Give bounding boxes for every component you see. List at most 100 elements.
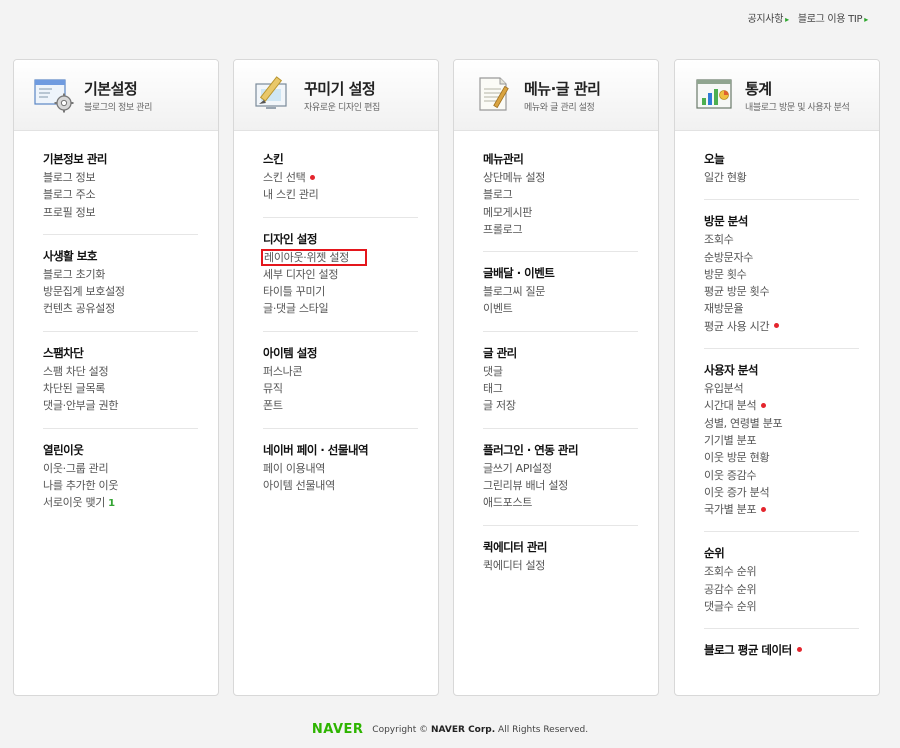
section-title-design[interactable]: 디자인 설정 [263,231,418,248]
menu-item-write-api[interactable]: 글쓰기 API설정 [483,460,638,477]
menu-item-blog-info[interactable]: 블로그 정보 [43,169,198,186]
menu-item-blog[interactable]: 블로그 [483,186,638,203]
panel-subtitle: 자유로운 디자인 편집 [304,103,380,113]
panel-menu-post-management: 메뉴·글 관리 메뉴와 글 관리 설정 메뉴관리 상단메뉴 설정 블로그 메모게… [453,59,659,696]
menu-item-neighbor-growth[interactable]: 이웃 증가 분석 [704,484,859,501]
panel-title: 메뉴·글 관리 [524,80,601,98]
panel-subtitle: 블로그의 정보 관리 [84,103,152,113]
menu-item-neighbor-change[interactable]: 이웃 증감수 [704,467,859,484]
menu-item-visit-count[interactable]: 방문 횟수 [704,266,859,283]
menu-item-avg-usage-time[interactable]: 평균 사용 시간 [704,318,859,335]
menu-item-gift-history[interactable]: 아이템 선물내역 [263,477,418,494]
menu-item-mutual-neighbor[interactable]: 서로이웃 맺기 1 [43,494,198,512]
section-title-visit-analysis[interactable]: 방문 분석 [704,213,859,230]
menu-item-layout-widget[interactable]: 레이아웃·위젯 설정 [261,248,418,266]
rights-text: All Rights Reserved. [498,725,589,735]
section-title-blog-average[interactable]: 블로그 평균 데이터 [704,642,859,659]
menu-item-skin-select[interactable]: 스킨 선택 [263,169,418,186]
arrow-icon: ▸ [864,15,868,24]
menu-item-neighbor-group[interactable]: 이웃·그룹 관리 [43,460,198,477]
panel-header: 꾸미기 설정 자유로운 디자인 편집 [234,60,438,131]
menu-item-label: 서로이웃 맺기 [43,496,106,510]
panel-subtitle: 내블로그 방문 및 사용자 분석 [745,103,850,113]
menu-item-event[interactable]: 이벤트 [483,300,638,317]
menu-item-views-rank[interactable]: 조회수 순위 [704,563,859,580]
statistics-chart-icon [693,74,737,114]
panel-design-settings: 꾸미기 설정 자유로운 디자인 편집 스킨 스킨 선택 내 스킨 관리 디자인 … [233,59,439,696]
menu-item-top-menu[interactable]: 상단메뉴 설정 [483,169,638,186]
blog-tip-link[interactable]: 블로그 이용 TIP [798,14,863,25]
menu-item-comment-permission[interactable]: 댓글·안부글 권한 [43,397,198,414]
menu-item-my-skins[interactable]: 내 스킨 관리 [263,186,418,203]
arrow-icon: ▸ [785,15,789,24]
menu-item-content-share[interactable]: 컨텐츠 공유설정 [43,300,198,317]
section-title-items[interactable]: 아이템 설정 [263,345,418,362]
new-dot-icon [761,506,767,512]
menu-item-gender-age[interactable]: 성별, 연령별 분포 [704,415,859,432]
section-title-plugins[interactable]: 플러그인 · 연동 관리 [483,442,638,459]
naver-logo[interactable]: NAVER [312,722,364,737]
panel-title: 기본설정 [84,80,138,98]
panel-header: 메뉴·글 관리 메뉴와 글 관리 설정 [454,60,658,131]
menu-item-likes-rank[interactable]: 공감수 순위 [704,581,859,598]
panel-header: 통계 내블로그 방문 및 사용자 분석 [675,60,879,131]
menu-item-blog-reset[interactable]: 블로그 초기화 [43,266,198,283]
menu-item-blog-address[interactable]: 블로그 주소 [43,186,198,203]
section-title-ranking[interactable]: 순위 [704,545,859,562]
section-title-user-analysis[interactable]: 사용자 분석 [704,362,859,379]
section-title-post-management[interactable]: 글 관리 [483,345,638,362]
menu-item-profile-info[interactable]: 프로필 정보 [43,204,198,221]
menu-item-personacon[interactable]: 퍼스나콘 [263,363,418,380]
section-title-privacy[interactable]: 사생활 보호 [43,248,198,265]
menu-item-memo-board[interactable]: 메모게시판 [483,204,638,221]
menu-item-country[interactable]: 국가별 분포 [704,501,859,518]
new-dot-icon [761,402,767,408]
menu-item-comments-rank[interactable]: 댓글수 순위 [704,598,859,615]
menu-item-neighbor-visits[interactable]: 이웃 방문 현황 [704,449,859,466]
menu-item-spam-settings[interactable]: 스팸 차단 설정 [43,363,198,380]
menu-item-blocked-posts[interactable]: 차단된 글목록 [43,380,198,397]
menu-item-daily-status[interactable]: 일간 현황 [704,169,859,186]
settings-window-gear-icon [32,74,76,114]
menu-item-label: 스킨 선택 [263,171,306,184]
section-title-neighbors[interactable]: 열린이웃 [43,442,198,459]
menu-item-music[interactable]: 뮤직 [263,380,418,397]
menu-item-post-comment-style[interactable]: 글·댓글 스타일 [263,300,418,317]
menu-item-unique-visitors[interactable]: 순방문자수 [704,249,859,266]
menu-item-inflow-analysis[interactable]: 유입분석 [704,380,859,397]
menu-item-revisit-rate[interactable]: 재방문율 [704,300,859,317]
menu-item-comments[interactable]: 댓글 [483,363,638,380]
section-title-quick-editor[interactable]: 퀵에디터 관리 [483,539,638,556]
menu-item-label: 시간대 분석 [704,399,757,413]
menu-item-detail-design[interactable]: 세부 디자인 설정 [263,266,418,283]
menu-item-pay-history[interactable]: 페이 이용내역 [263,460,418,477]
menu-item-avg-visit-count[interactable]: 평균 방문 횟수 [704,283,859,300]
menu-item-visit-count-protect[interactable]: 방문집계 보호설정 [43,283,198,300]
menu-item-quick-editor-settings[interactable]: 퀵에디터 설정 [483,557,638,574]
menu-item-device[interactable]: 기기별 분포 [704,432,859,449]
menu-item-label: 국가별 분포 [704,503,757,517]
document-pen-icon [472,74,516,114]
menu-item-title-decorate[interactable]: 타이틀 꾸미기 [263,283,418,300]
copyright-prefix: Copyright © [372,725,429,735]
section-title-today[interactable]: 오늘 [704,151,859,168]
section-title-delivery-event[interactable]: 글배달 · 이벤트 [483,265,638,282]
notice-link[interactable]: 공지사항 [748,14,784,25]
menu-item-views[interactable]: 조회수 [704,231,859,248]
section-title-menu[interactable]: 메뉴관리 [483,151,638,168]
menu-item-time-analysis[interactable]: 시간대 분석 [704,397,859,414]
menu-item-post-save[interactable]: 글 저장 [483,397,638,414]
new-dot-icon [774,323,780,329]
section-title-basic-info[interactable]: 기본정보 관리 [43,151,198,168]
section-title-spam-block[interactable]: 스팸차단 [43,345,198,362]
panel-statistics: 통계 내블로그 방문 및 사용자 분석 오늘 일간 현황 방문 분석 조회수 순… [674,59,880,696]
menu-item-green-review-banner[interactable]: 그린리뷰 배너 설정 [483,477,638,494]
menu-item-adpost[interactable]: 애드포스트 [483,494,638,511]
section-title-naver-pay[interactable]: 네이버 페이 · 선물내역 [263,442,418,459]
menu-item-tags[interactable]: 태그 [483,380,638,397]
menu-item-prologue[interactable]: 프롤로그 [483,221,638,238]
section-title-skin[interactable]: 스킨 [263,151,418,168]
menu-item-blogc-question[interactable]: 블로그씨 질문 [483,283,638,300]
menu-item-font[interactable]: 폰트 [263,397,418,414]
menu-item-added-me[interactable]: 나를 추가한 이웃 [43,477,198,494]
